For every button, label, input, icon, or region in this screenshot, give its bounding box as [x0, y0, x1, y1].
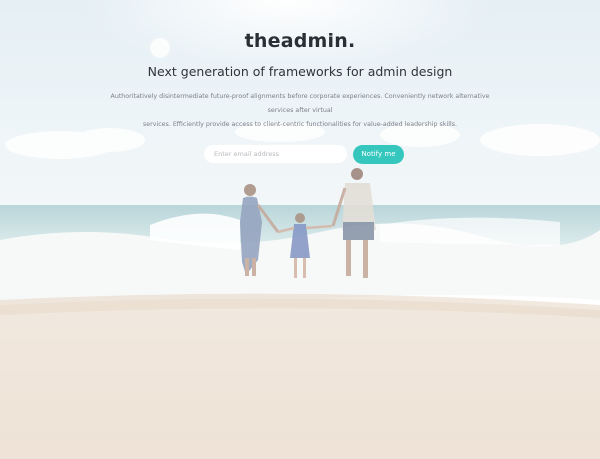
brand-logo: theadmin. [244, 30, 356, 52]
subscribe-form: Notify me [204, 144, 404, 164]
email-input[interactable] [204, 145, 347, 163]
hero-description-line-1: Authoritatively disintermediate future-p… [110, 93, 490, 114]
hero-description-line-2: services. Efficiently provide access to … [142, 121, 458, 128]
hero-headline: Next generation of frameworks for admin … [147, 64, 453, 79]
notify-me-button[interactable]: Notify me [353, 144, 404, 164]
hero-description: Authoritatively disintermediate future-p… [100, 90, 500, 132]
